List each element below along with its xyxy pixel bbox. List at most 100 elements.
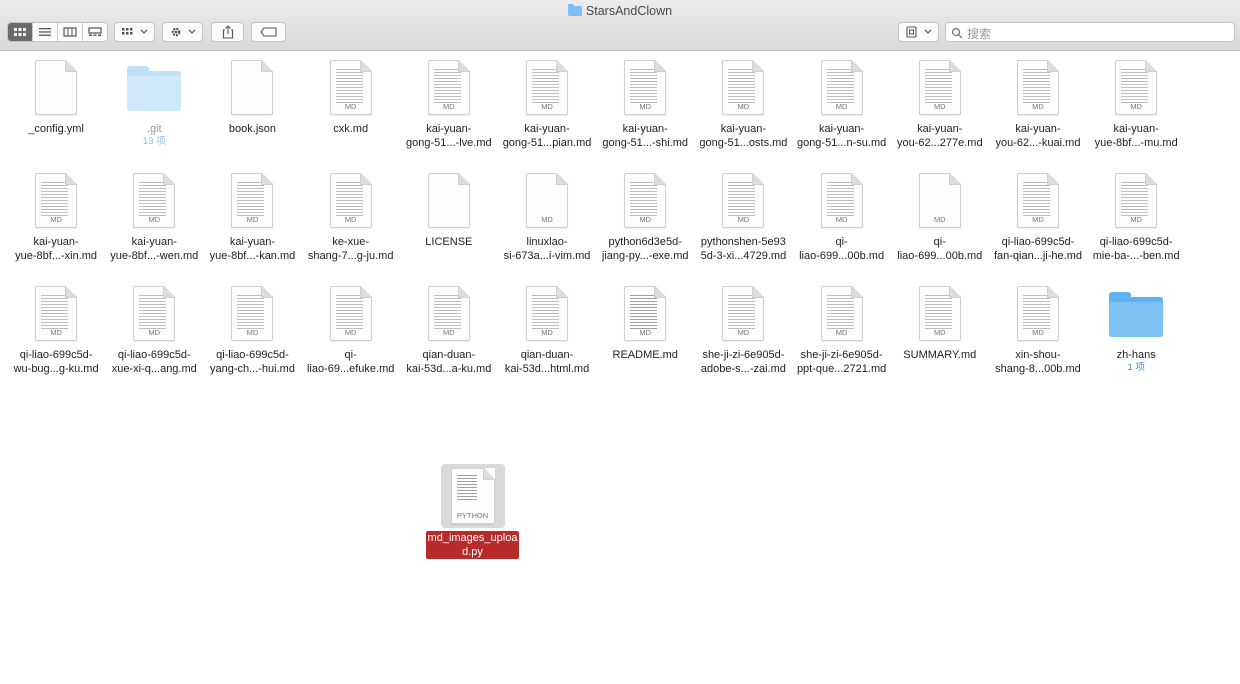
file-name: she-ji-zi-6e905d-adobe-s...-zai.md	[695, 348, 791, 376]
file-icon-box	[417, 168, 481, 228]
document-icon: MD	[133, 286, 176, 341]
file-item[interactable]: MD kai-yuan-gong-51...pian.md	[498, 55, 596, 168]
file-item[interactable]: MD README.md	[596, 281, 694, 394]
file-item[interactable]: MD kai-yuan-gong-51...n-su.md	[793, 55, 891, 168]
file-item[interactable]: .git 13 项	[105, 55, 203, 168]
icon-view-button[interactable]	[8, 23, 33, 41]
file-item[interactable]: MD cxk.md	[302, 55, 400, 168]
file-item[interactable]: MD kai-yuan-yue-8bf...-wen.md	[105, 168, 203, 281]
document-text-lines	[139, 295, 167, 329]
file-item[interactable]: MD kai-yuan-yue-8bf...-kan.md	[203, 168, 301, 281]
file-item[interactable]: MD pythonshen-5e93 5d-3-xi...4729.md	[694, 168, 792, 281]
document-icon: MD	[1016, 173, 1059, 228]
file-type-tag: MD	[639, 215, 652, 224]
document-text-lines	[826, 295, 854, 329]
file-name-line: kai-yuan-	[426, 123, 472, 135]
file-name: LICENSE	[401, 235, 497, 249]
share-button[interactable]	[211, 22, 244, 42]
item-count: 1 项	[1127, 362, 1145, 373]
file-item[interactable]: LICENSE	[400, 168, 498, 281]
selected-file[interactable]: PYTHON md_images_uploa d.py	[425, 464, 520, 559]
file-name-line: shang-7...g-ju.md	[307, 250, 394, 262]
window-title: StarsAndClown	[0, 4, 1240, 18]
document-text-lines	[630, 182, 658, 216]
action-button[interactable]	[162, 22, 203, 42]
file-name-line: ke-xue-	[332, 236, 369, 248]
quicklook-button[interactable]	[898, 22, 939, 42]
file-item[interactable]: MD xin-shou-shang-8...00b.md	[989, 281, 1087, 394]
search-field[interactable]: 搜索	[945, 22, 1235, 42]
file-item[interactable]: MD qi-liao-699c5d-yang-ch...-hui.md	[203, 281, 301, 394]
file-item[interactable]: zh-hans 1 项	[1087, 281, 1185, 394]
file-name-line: kai-yuan-	[1113, 123, 1159, 135]
document-text-lines	[1022, 295, 1050, 329]
file-item[interactable]: MD she-ji-zi-6e905d-ppt-que...2721.md	[793, 281, 891, 394]
gear-icon	[171, 27, 195, 37]
file-item[interactable]: MD she-ji-zi-6e905d-adobe-s...-zai.md	[694, 281, 792, 394]
file-name-line: qi-	[933, 236, 946, 248]
group-button[interactable]	[114, 22, 155, 42]
selected-file-name[interactable]: md_images_uploa d.py	[425, 531, 520, 559]
file-item[interactable]: MD qi-liao-699...00b.md	[793, 168, 891, 281]
document-icon: MD	[35, 286, 78, 341]
file-item[interactable]: MD qi-liao-699...00b.md	[891, 168, 989, 281]
search-placeholder: 搜索	[967, 27, 992, 41]
file-name: SUMMARY.md	[892, 348, 988, 362]
file-name: linuxlao-si-673a...i-vim.md	[499, 235, 595, 263]
file-item[interactable]: MD qi-liao-69...efuke.md	[302, 281, 400, 394]
file-item[interactable]: MD kai-yuan-yue-8bf...-xin.md	[7, 168, 105, 281]
document-icon: MD	[918, 173, 961, 228]
file-item[interactable]: _config.yml	[7, 55, 105, 168]
document-text-lines	[433, 69, 461, 103]
file-icon-box: MD	[122, 168, 186, 228]
file-item[interactable]: MD kai-yuan-you-62...277e.md	[891, 55, 989, 168]
file-item[interactable]: MD qi-liao-699c5d-xue-xi-q...ang.md	[105, 281, 203, 394]
file-item[interactable]: MD qi-liao-699c5d-wu-bug...g-ku.md	[7, 281, 105, 394]
document-icon: MD	[820, 286, 863, 341]
file-item[interactable]: MD qian-duan-kai-53d...a-ku.md	[400, 281, 498, 394]
file-item[interactable]: MD kai-yuan-gong-51...-shi.md	[596, 55, 694, 168]
file-icon-box: MD	[319, 281, 383, 341]
file-item[interactable]: MD kai-yuan-gong-51...osts.md	[694, 55, 792, 168]
file-icon-box: MD	[122, 281, 186, 341]
file-item[interactable]: MD kai-yuan-you-62...-kuai.md	[989, 55, 1087, 168]
file-name-line: qian-duan-	[422, 349, 476, 361]
finder-toolbar: StarsAndClown 搜索	[0, 0, 1240, 51]
tags-button[interactable]	[251, 22, 286, 42]
file-type-tag: MD	[835, 215, 848, 224]
file-type-tag: MD	[541, 215, 553, 224]
file-item[interactable]: MD linuxlao-si-673a...i-vim.md	[498, 168, 596, 281]
file-item[interactable]: book.json	[203, 55, 301, 168]
file-name-line: cxk.md	[333, 123, 369, 135]
file-item[interactable]: MD SUMMARY.md	[891, 281, 989, 394]
file-item[interactable]: MD kai-yuan-yue-8bf...-mu.md	[1087, 55, 1185, 168]
file-item[interactable]: MD kai-yuan-gong-51...-lve.md	[400, 55, 498, 168]
file-name-line: yue-8bf...-xin.md	[15, 250, 98, 262]
file-icon-box: MD	[711, 55, 775, 115]
file-name-line: gong-51...pian.md	[502, 137, 592, 149]
file-type-tag: MD	[639, 328, 652, 337]
file-icon-box	[24, 55, 88, 115]
file-name-line: qi-	[835, 236, 848, 248]
document-icon	[35, 60, 78, 115]
document-icon: MD	[722, 60, 765, 115]
file-item[interactable]: MD qi-liao-699c5d-mie-ba-...-ben.md	[1087, 168, 1185, 281]
file-icon-box: MD	[810, 281, 874, 341]
document-text-lines	[728, 69, 756, 103]
file-name: kai-yuan-you-62...-kuai.md	[990, 122, 1086, 150]
file-icon-box: MD	[319, 168, 383, 228]
file-name: qi-liao-69...efuke.md	[303, 348, 399, 376]
file-item[interactable]: MD ke-xue-shang-7...g-ju.md	[302, 168, 400, 281]
file-item[interactable]: MD python6d3e5d-jiang-py...-exe.md	[596, 168, 694, 281]
document-icon: MD	[918, 60, 961, 115]
file-name: kai-yuan-you-62...277e.md	[892, 122, 988, 150]
gallery-view-button[interactable]	[83, 23, 107, 41]
file-item[interactable]: MD qian-duan-kai-53d...html.md	[498, 281, 596, 394]
document-icon: MD	[820, 60, 863, 115]
file-name-line: xue-xi-q...ang.md	[111, 363, 197, 375]
column-view-button[interactable]	[58, 23, 83, 41]
list-view-button[interactable]	[33, 23, 58, 41]
file-name-line: xin-shou-	[1015, 349, 1061, 361]
selected-file-name-line1: md_images_uploa	[427, 532, 518, 544]
file-item[interactable]: MD qi-liao-699c5d-fan-qian...ji-he.md	[989, 168, 1087, 281]
